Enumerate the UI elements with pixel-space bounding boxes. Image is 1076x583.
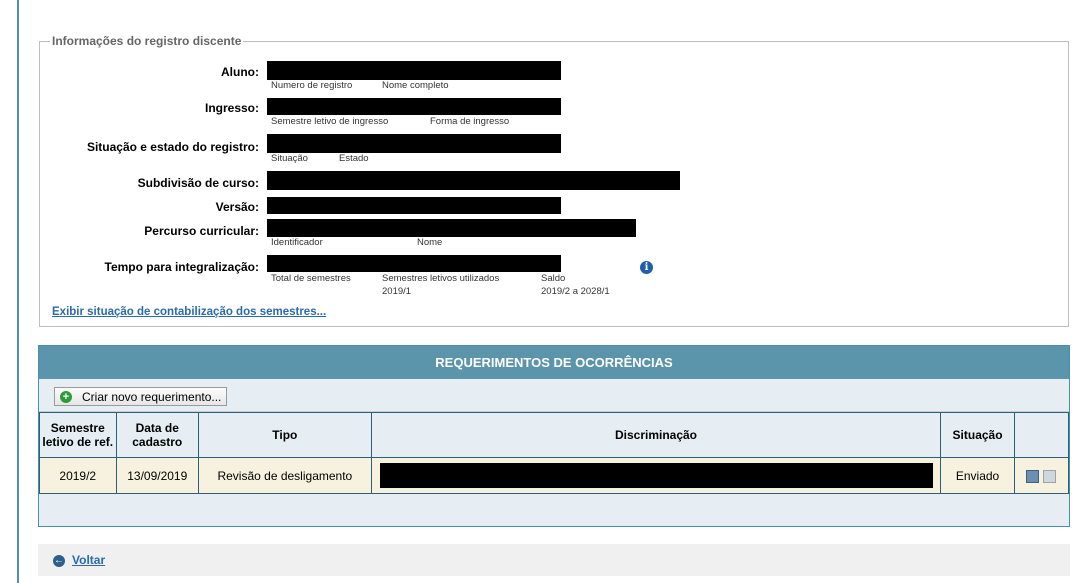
tempo-sub-utilizados-value: 2019/1 <box>382 286 412 297</box>
back-bar: ← Voltar <box>38 544 1070 576</box>
tempo-sub-saldo: Saldo <box>541 273 566 284</box>
cell-tipo: Revisão de desligamento <box>198 457 372 494</box>
cell-actions <box>1013 457 1070 494</box>
ingresso-label: Ingresso: <box>204 101 259 115</box>
tempo-sub-saldo-value: 2019/2 a 2028/1 <box>541 286 610 297</box>
requerimentos-panel: REQUERIMENTOS DE OCORRÊNCIAS + Criar nov… <box>38 345 1070 527</box>
situacao-redacted <box>267 134 561 153</box>
percurso-sub-identificador: Identificador <box>271 237 323 248</box>
tempo-sub-utilizados: Semestres letivos utilizados <box>382 273 500 284</box>
subdivisao-redacted <box>267 171 680 190</box>
situacao-sub-situacao: Situação <box>271 153 308 164</box>
aluno-label: Aluno: <box>221 65 259 79</box>
versao-redacted <box>267 197 561 214</box>
ingresso-sub-semestre: Semestre letivo de ingresso <box>271 116 389 127</box>
versao-label: Versão: <box>215 200 259 214</box>
table-header-row: Semestre letivo de ref. Data de cadastro… <box>39 412 1070 458</box>
aluno-sub-nome: Nome completo <box>382 80 449 91</box>
col-semestre: Semestre letivo de ref. <box>39 412 117 458</box>
print-icon[interactable] <box>1043 469 1057 483</box>
col-actions <box>1013 412 1070 458</box>
percurso-redacted <box>267 219 636 237</box>
percurso-sub-nome: Nome <box>417 237 443 248</box>
exibir-semestres-link[interactable]: Exibir situação de contabilização dos se… <box>52 306 326 318</box>
col-data: Data de cadastro <box>115 412 199 458</box>
aluno-redacted <box>267 61 561 80</box>
tempo-sub-total: Total de semestres <box>271 273 351 284</box>
cell-situacao: Enviado <box>940 457 1015 494</box>
situacao-label: Situação e estado do registro: <box>86 140 259 154</box>
table-row: 2019/2 13/09/2019 Revisão de desligament… <box>39 457 1070 494</box>
criar-requerimento-label: Criar novo requerimento... <box>82 389 222 404</box>
criar-requerimento-button[interactable]: + Criar novo requerimento... <box>54 387 228 406</box>
requerimentos-title: REQUERIMENTOS DE OCORRÊNCIAS <box>39 346 1069 379</box>
plus-icon: + <box>60 390 72 403</box>
col-discriminacao: Discriminação <box>370 412 942 458</box>
back-arrow-icon[interactable]: ← <box>53 555 65 567</box>
cell-data: 13/09/2019 <box>115 457 199 494</box>
col-situacao: Situação <box>940 412 1015 458</box>
situacao-sub-estado: Estado <box>339 153 369 164</box>
cell-semestre: 2019/2 <box>39 457 117 494</box>
view-icon[interactable] <box>1026 469 1040 483</box>
ingresso-sub-forma: Forma de ingresso <box>430 116 510 127</box>
ingresso-redacted <box>267 98 561 115</box>
tempo-label: Tempo para integralização: <box>104 260 259 274</box>
requerimentos-table: Semestre letivo de ref. Data de cadastro… <box>39 412 1070 494</box>
requerimentos-toolbar: + Criar novo requerimento... <box>39 379 1069 412</box>
percurso-label: Percurso curricular: <box>144 224 259 238</box>
col-tipo: Tipo <box>198 412 372 458</box>
cell-discriminacao <box>370 457 942 494</box>
voltar-link[interactable]: Voltar <box>72 553 105 567</box>
aluno-sub-registro: Numero de registro <box>271 80 353 91</box>
discriminacao-redacted <box>379 463 933 488</box>
tempo-redacted <box>267 255 561 272</box>
info-icon[interactable]: i <box>640 261 653 274</box>
info-rows: Aluno: Numero de registro Nome completo … <box>0 0 1076 340</box>
subdivisao-label: Subdivisão de curso: <box>137 176 259 190</box>
